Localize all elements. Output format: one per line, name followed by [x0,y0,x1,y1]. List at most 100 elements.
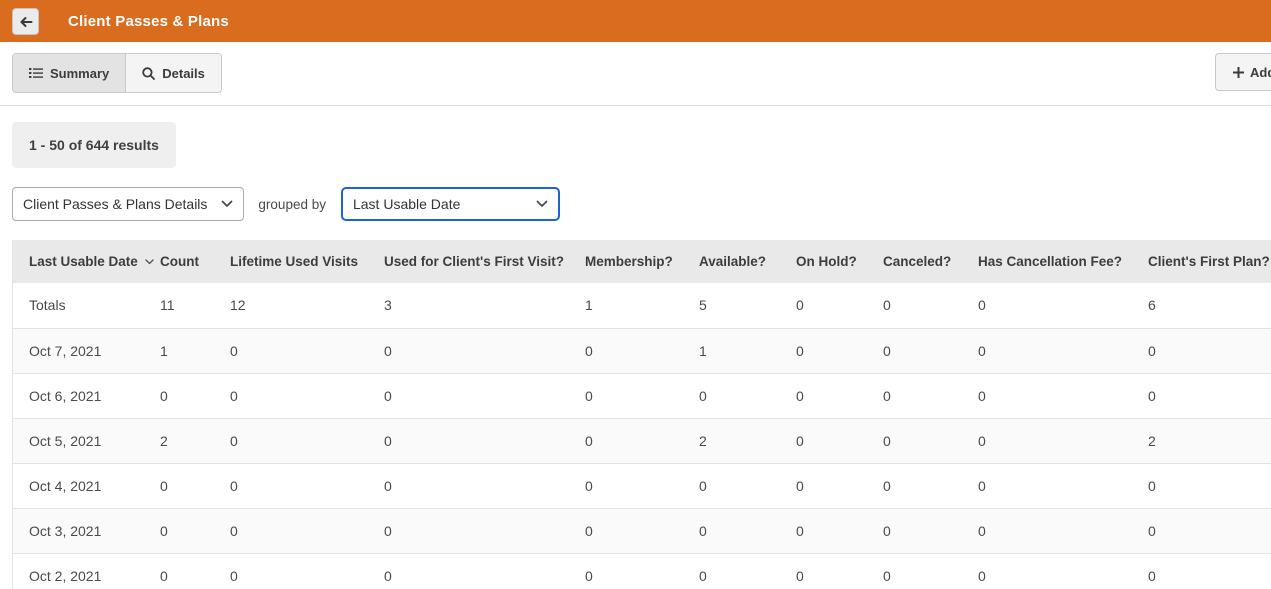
cell-value: 0 [883,373,978,418]
cell-value: 0 [585,328,699,373]
cell-value: 6 [1148,283,1271,328]
cell-value: 0 [978,418,1148,463]
cell-value: 5 [699,283,796,328]
cell-value: 0 [699,508,796,553]
cell-value: 0 [585,418,699,463]
sort-chevron-down-icon [145,259,154,265]
arrow-left-icon [19,16,33,28]
row-label: Oct 5, 2021 [13,418,160,463]
back-button[interactable] [12,8,39,35]
cell-value: 0 [1148,463,1271,508]
column-header-used-for-client-s-first-visit[interactable]: Used for Client's First Visit? [384,240,585,283]
cell-value: 0 [585,553,699,589]
cell-value: 0 [384,373,585,418]
chevron-down-icon [221,200,233,208]
row-label: Oct 7, 2021 [13,328,160,373]
cell-value: 0 [230,553,384,589]
grouped-by-select[interactable]: Last Usable Date [341,187,560,221]
toolbar: Summary Details Add F [0,42,1271,106]
cell-value: 0 [1148,508,1271,553]
cell-value: 3 [384,283,585,328]
table-row: Oct 5, 2021200020002 [13,418,1271,463]
cell-value: 0 [796,463,883,508]
table-row: Oct 3, 2021000000000 [13,508,1271,553]
row-label: Oct 2, 2021 [13,553,160,589]
results-count-badge: 1 - 50 of 644 results [12,122,176,168]
cell-value: 0 [883,328,978,373]
column-header-client-s-first-plan[interactable]: Client's First Plan? [1148,240,1271,283]
cell-value: 0 [883,283,978,328]
cell-value: 0 [883,418,978,463]
cell-value: 0 [699,553,796,589]
cell-value: 0 [699,373,796,418]
column-header-available[interactable]: Available? [699,240,796,283]
cell-value: 0 [230,508,384,553]
page-title: Client Passes & Plans [68,13,229,30]
cell-value: 0 [796,373,883,418]
cell-value: 0 [230,418,384,463]
column-header-membership[interactable]: Membership? [585,240,699,283]
cell-value: 0 [585,373,699,418]
cell-value: 2 [1148,418,1271,463]
report-controls: Client Passes & Plans Details grouped by… [12,187,1271,221]
tab-summary[interactable]: Summary [13,54,125,92]
cell-value: 0 [1148,553,1271,589]
cell-value: 0 [160,373,230,418]
cell-value: 0 [796,418,883,463]
report-type-select-value: Client Passes & Plans Details [23,196,207,212]
cell-value: 0 [978,373,1148,418]
grouped-by-select-value: Last Usable Date [353,196,460,212]
table-row: Oct 2, 2021000000000 [13,553,1271,589]
cell-value: 0 [978,553,1148,589]
cell-value: 0 [796,508,883,553]
cell-value: 1 [699,328,796,373]
cell-value: 0 [230,463,384,508]
table-row: Oct 7, 2021100010000 [13,328,1271,373]
cell-value: 0 [1148,373,1271,418]
cell-value: 0 [585,508,699,553]
column-header-count[interactable]: Count [160,240,230,283]
cell-value: 2 [160,418,230,463]
cell-value: 0 [796,553,883,589]
cell-value: 0 [384,508,585,553]
column-header-lifetime-used-visits[interactable]: Lifetime Used Visits [230,240,384,283]
row-label: Oct 4, 2021 [13,463,160,508]
chevron-down-icon [536,200,548,208]
list-icon [29,67,43,79]
cell-value: 0 [585,463,699,508]
cell-value: 0 [883,508,978,553]
cell-value: 0 [883,553,978,589]
cell-value: 1 [585,283,699,328]
cell-value: 0 [796,283,883,328]
column-header-on-hold[interactable]: On Hold? [796,240,883,283]
cell-value: 0 [384,418,585,463]
cell-value: 11 [160,283,230,328]
cell-value: 0 [160,553,230,589]
cell-value: 0 [1148,328,1271,373]
cell-value: 0 [978,328,1148,373]
table-header-row: Last Usable DateCountLifetime Used Visit… [13,240,1271,283]
cell-value: 1 [160,328,230,373]
column-header-last-usable-date[interactable]: Last Usable Date [13,240,160,283]
table-row: Oct 4, 2021000000000 [13,463,1271,508]
cell-value: 0 [384,463,585,508]
column-header-has-cancellation-fee[interactable]: Has Cancellation Fee? [978,240,1148,283]
cell-value: 2 [699,418,796,463]
column-header-canceled[interactable]: Canceled? [883,240,978,283]
row-label: Oct 6, 2021 [13,373,160,418]
cell-value: 0 [230,373,384,418]
add-button[interactable]: Add F [1215,53,1271,91]
row-label: Oct 3, 2021 [13,508,160,553]
tab-details[interactable]: Details [125,54,221,92]
cell-value: 0 [699,463,796,508]
search-icon [142,67,155,80]
cell-value: 0 [978,508,1148,553]
report-type-select[interactable]: Client Passes & Plans Details [12,187,244,221]
top-header-bar: Client Passes & Plans [0,0,1271,42]
grouped-by-label: grouped by [258,197,326,212]
cell-value: 0 [384,328,585,373]
table-row: Oct 6, 2021000000000 [13,373,1271,418]
report-table-container: Last Usable DateCountLifetime Used Visit… [12,240,1271,589]
cell-value: 0 [978,463,1148,508]
report-table: Last Usable DateCountLifetime Used Visit… [13,240,1271,589]
